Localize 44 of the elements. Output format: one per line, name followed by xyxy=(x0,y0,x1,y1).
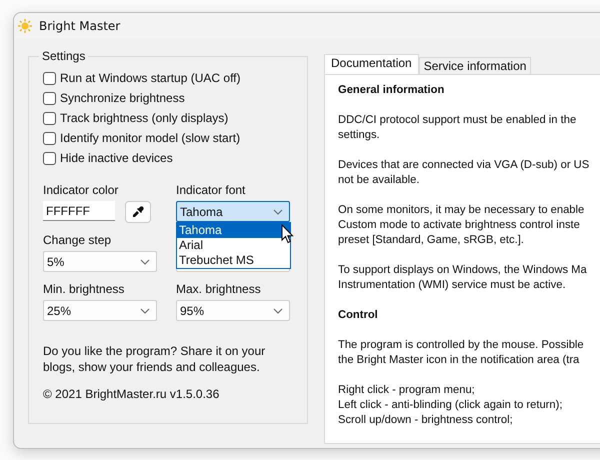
dropdown-option[interactable]: Trebuchet MS xyxy=(177,253,290,268)
checkbox-label: Identify monitor model (slow start) xyxy=(60,131,240,145)
field-label: Indicator color xyxy=(43,183,120,197)
field-label: Indicator font xyxy=(176,183,246,197)
sun-icon xyxy=(18,19,32,33)
section-heading: General information xyxy=(338,83,446,98)
chevron-down-icon xyxy=(273,308,283,314)
paragraph: Devices that are connected via VGA (D-sub) or US not be available. xyxy=(338,158,590,188)
color-field[interactable]: FFFFFF xyxy=(43,201,115,221)
copyright-text: © 2021 BrightMaster.ru v1.5.0.36 xyxy=(43,387,220,401)
paragraph: DDC/CI protocol support must be enabled in the settings. xyxy=(338,113,578,143)
promo-text: Do you like the program? Share it on your blogs, show your friends and colleagues. xyxy=(43,343,266,375)
eyedropper-icon xyxy=(132,206,144,218)
paragraph: Right click - program menu; Left click - anti-blinding (click again to return); Scroll up/down - brightness control; xyxy=(338,383,564,428)
group-title: Settings xyxy=(41,49,86,63)
field-label: Change step xyxy=(43,233,112,247)
section-heading: Control xyxy=(338,308,379,323)
min-brightness-dropdown[interactable]: 25% xyxy=(43,300,157,321)
checkbox-label: Track brightness (only displays) xyxy=(60,111,228,125)
paragraph: To support displays on Windows, the Windows Ma Instrumentation (WMI) service must be active. xyxy=(338,263,588,293)
checkbox[interactable] xyxy=(43,132,56,144)
chevron-down-icon xyxy=(273,208,283,214)
tab[interactable]: Documentation xyxy=(324,54,419,74)
checkbox-label: Hide inactive devices xyxy=(60,151,173,165)
eyedropper-button[interactable] xyxy=(125,201,151,223)
chevron-down-icon xyxy=(140,258,150,264)
dropdown-option[interactable]: Arial xyxy=(177,238,290,253)
chevron-down-icon xyxy=(140,308,150,314)
field-label: Min. brightness xyxy=(43,282,126,296)
tab[interactable]: Service information xyxy=(418,57,532,74)
max-brightness-dropdown[interactable]: 95% xyxy=(176,300,290,321)
checkbox[interactable] xyxy=(43,92,56,104)
dropdown-option[interactable]: Tahoma xyxy=(177,223,290,238)
checkbox[interactable] xyxy=(43,112,56,124)
checkbox-label: Run at Windows startup (UAC off) xyxy=(60,71,241,85)
step-dropdown[interactable]: 5% xyxy=(43,251,157,272)
checkbox[interactable] xyxy=(43,152,56,164)
checkbox[interactable] xyxy=(43,72,56,84)
paragraph: On some monitors, it may be necessary to enable Custom mode to activate brightness control inste preset [Standard, Game, sRGB, etc.]. xyxy=(338,203,586,248)
paragraph: The program is controlled by the mouse. Possible the Bright Master icon in the notification area (tra xyxy=(338,338,585,368)
window-title: Bright Master xyxy=(39,19,120,33)
field-label: Max. brightness xyxy=(176,282,262,296)
checkbox-label: Synchronize brightness xyxy=(60,91,185,105)
font-dropdown[interactable]: Tahoma xyxy=(176,201,290,222)
